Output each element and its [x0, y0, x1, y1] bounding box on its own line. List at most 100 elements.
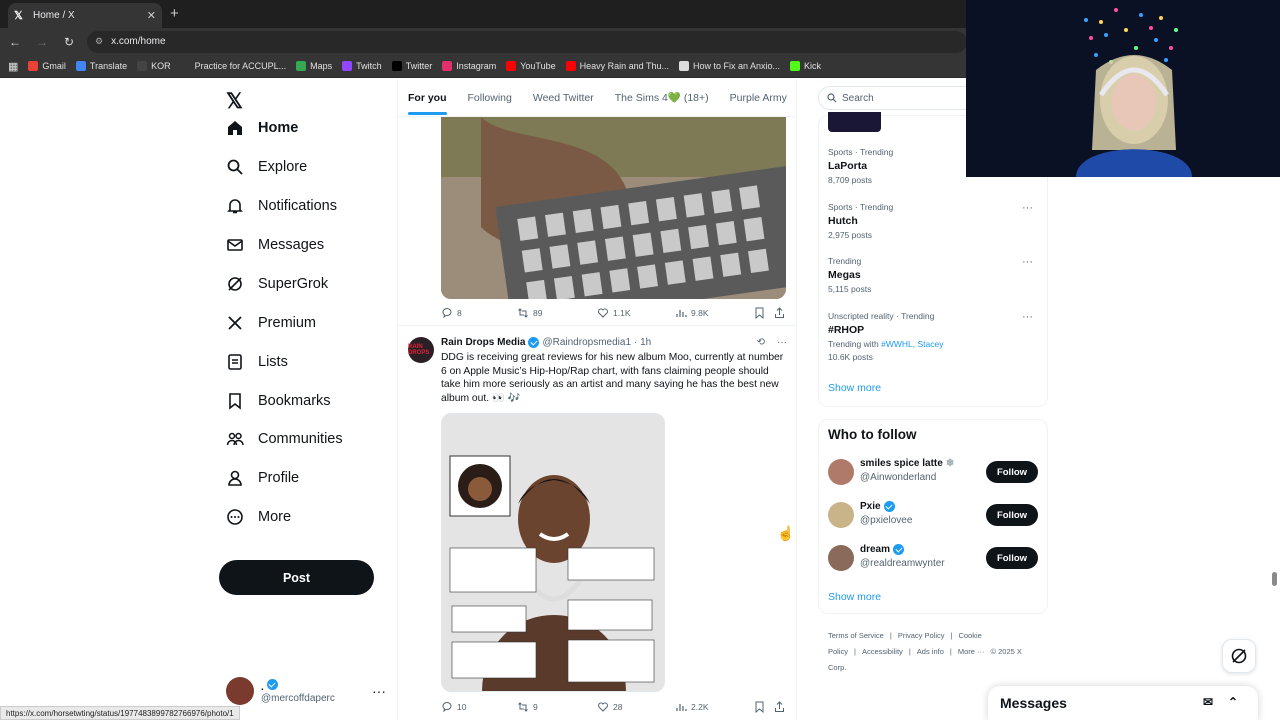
bookmark-item[interactable]: Twitch: [342, 61, 382, 71]
bookmark-item[interactable]: Heavy Rain and Thu...: [565, 61, 669, 71]
nav-item-lists[interactable]: Lists: [226, 353, 288, 371]
back-icon[interactable]: ←: [3, 32, 27, 52]
timeline-tab[interactable]: Weed Twitter: [533, 92, 594, 104]
repost-icon: [518, 702, 528, 712]
follow-button[interactable]: Follow: [986, 504, 1038, 526]
apps-icon[interactable]: ▦: [8, 60, 18, 73]
footer-link[interactable]: Accessibility: [862, 647, 903, 656]
nav-item-label: Communities: [258, 431, 343, 447]
nav-item-home[interactable]: Home: [226, 119, 298, 137]
post-button[interactable]: Post: [219, 560, 374, 595]
repost-button[interactable]: 9: [517, 701, 538, 713]
bookmark-item[interactable]: Kick: [790, 61, 821, 71]
search-input[interactable]: Search: [818, 86, 978, 110]
timeline-tab[interactable]: Purple Army: [730, 92, 787, 104]
post-media-image[interactable]: [441, 117, 786, 299]
footer-link[interactable]: Privacy Policy: [898, 631, 945, 640]
author-name[interactable]: Rain Drops Media: [441, 337, 525, 348]
bookmark-button[interactable]: [754, 307, 769, 319]
nav-item-profile[interactable]: Profile: [226, 469, 299, 487]
bookmark-icon: [226, 392, 244, 410]
nav-item-label: More: [258, 509, 292, 525]
bookmark-item[interactable]: Translate: [75, 61, 127, 71]
post-media-image[interactable]: [441, 413, 665, 692]
nav-item-notifications[interactable]: Notifications: [226, 197, 337, 215]
more-dots-icon[interactable]: ···: [372, 683, 386, 699]
bookmark-item[interactable]: Instagram: [442, 61, 496, 71]
like-button[interactable]: 28: [597, 701, 622, 713]
timeline-tab[interactable]: The Sims 4💚 (18+): [615, 91, 709, 104]
trend-context: Trending: [828, 256, 862, 266]
nav-item-explore[interactable]: Explore: [226, 158, 307, 176]
bookmark-item[interactable]: Gmail: [28, 61, 66, 71]
scrollbar[interactable]: [1272, 572, 1277, 586]
nav-item-premium[interactable]: Premium: [226, 314, 316, 332]
avatar[interactable]: RAIN DROPS: [408, 337, 434, 363]
follow-button[interactable]: Follow: [986, 461, 1038, 483]
nav-item-more[interactable]: More: [226, 508, 291, 526]
grok-icon: [226, 275, 244, 293]
bookmark-label: KOR: [151, 61, 171, 71]
x-logo-icon[interactable]: 𝕏: [226, 89, 243, 114]
bookmark-item[interactable]: Practice for ACCUPL...: [180, 61, 286, 71]
grok-button[interactable]: [1222, 639, 1256, 673]
timeline-tab[interactable]: For you: [408, 92, 447, 115]
bookmark-item[interactable]: YouTube: [506, 61, 556, 71]
post-time[interactable]: · 1h: [634, 337, 651, 348]
nav-item-bookmarks[interactable]: Bookmarks: [226, 392, 331, 410]
bookmark-item[interactable]: KOR: [137, 61, 171, 71]
footer-link[interactable]: Ads info: [917, 647, 944, 656]
reply-button[interactable]: 10: [441, 701, 466, 713]
trend-item[interactable]: Trending Megas 5,115 posts ···: [828, 256, 1043, 294]
nav-item-supergrok[interactable]: SuperGrok: [226, 275, 328, 293]
footer-link[interactable]: More ···: [958, 647, 985, 656]
repost-button[interactable]: 89: [517, 307, 542, 319]
bookmark-item[interactable]: How to Fix an Anxio...: [679, 61, 780, 71]
follow-suggestion[interactable]: dream @realdreamwynter Follow: [828, 543, 1040, 573]
new-tab-icon[interactable]: +: [170, 5, 179, 22]
timeline-tab[interactable]: Following: [468, 92, 512, 104]
author-handle[interactable]: @Raindropsmedia1: [542, 337, 631, 348]
reply-button[interactable]: 8: [441, 307, 462, 319]
avatar: [226, 677, 254, 705]
trend-thumbnail[interactable]: [828, 112, 881, 132]
address-bar[interactable]: ⚙ x.com/home: [87, 30, 967, 53]
browser-tab[interactable]: 𝕏 Home / X ✕: [8, 3, 162, 28]
reload-icon[interactable]: ↻: [57, 32, 81, 52]
messages-drawer[interactable]: Messages ✉ ⌃: [988, 686, 1258, 720]
forward-icon[interactable]: →: [30, 32, 54, 52]
share-button[interactable]: [774, 701, 789, 713]
bookmark-button[interactable]: [754, 701, 769, 713]
follow-suggestion[interactable]: Pxie @pxielovee Follow: [828, 500, 1040, 530]
nav-item-communities[interactable]: Communities: [226, 430, 343, 448]
avatar[interactable]: [828, 502, 854, 528]
grok-icon[interactable]: ⟲: [757, 337, 765, 348]
close-tab-icon[interactable]: ✕: [147, 9, 156, 22]
bookmark-item[interactable]: Twitter: [391, 61, 432, 71]
new-message-icon[interactable]: ✉: [1203, 695, 1213, 709]
share-button[interactable]: [774, 307, 789, 319]
footer-link[interactable]: Terms of Service: [828, 631, 884, 640]
follow-show-more-link[interactable]: Show more: [828, 591, 881, 603]
more-dots-icon[interactable]: ···: [1022, 202, 1033, 214]
expand-icon[interactable]: ⌃: [1228, 695, 1238, 709]
follow-suggestion[interactable]: smiles spice latte ❄ @Ainwonderland Follow: [828, 457, 1040, 487]
bookmark-item[interactable]: Maps: [296, 61, 332, 71]
trend-item[interactable]: Sports · Trending Hutch 2,975 posts ···: [828, 202, 1043, 240]
like-button[interactable]: 1.1K: [597, 307, 631, 319]
more-dots-icon[interactable]: ···: [1022, 256, 1033, 268]
site-info-icon[interactable]: ⚙: [95, 36, 103, 47]
avatar[interactable]: [828, 545, 854, 571]
trend-item[interactable]: Unscripted reality · Trending #RHOP Trendi…: [828, 311, 1043, 362]
more-dots-icon[interactable]: ···: [777, 337, 787, 348]
views-button[interactable]: 9.8K: [675, 307, 709, 319]
trends-show-more-link[interactable]: Show more: [828, 382, 881, 394]
account-switcher[interactable]: . @mercoffdaperc ···: [226, 674, 386, 708]
trend-with-links[interactable]: #WWHL, Stacey: [881, 339, 943, 349]
views-button[interactable]: 2.2K: [675, 701, 709, 713]
avatar[interactable]: [828, 459, 854, 485]
follow-button[interactable]: Follow: [986, 547, 1038, 569]
trend-title: #RHOP: [828, 324, 865, 336]
more-dots-icon[interactable]: ···: [1022, 311, 1033, 323]
nav-item-messages[interactable]: Messages: [226, 236, 324, 254]
